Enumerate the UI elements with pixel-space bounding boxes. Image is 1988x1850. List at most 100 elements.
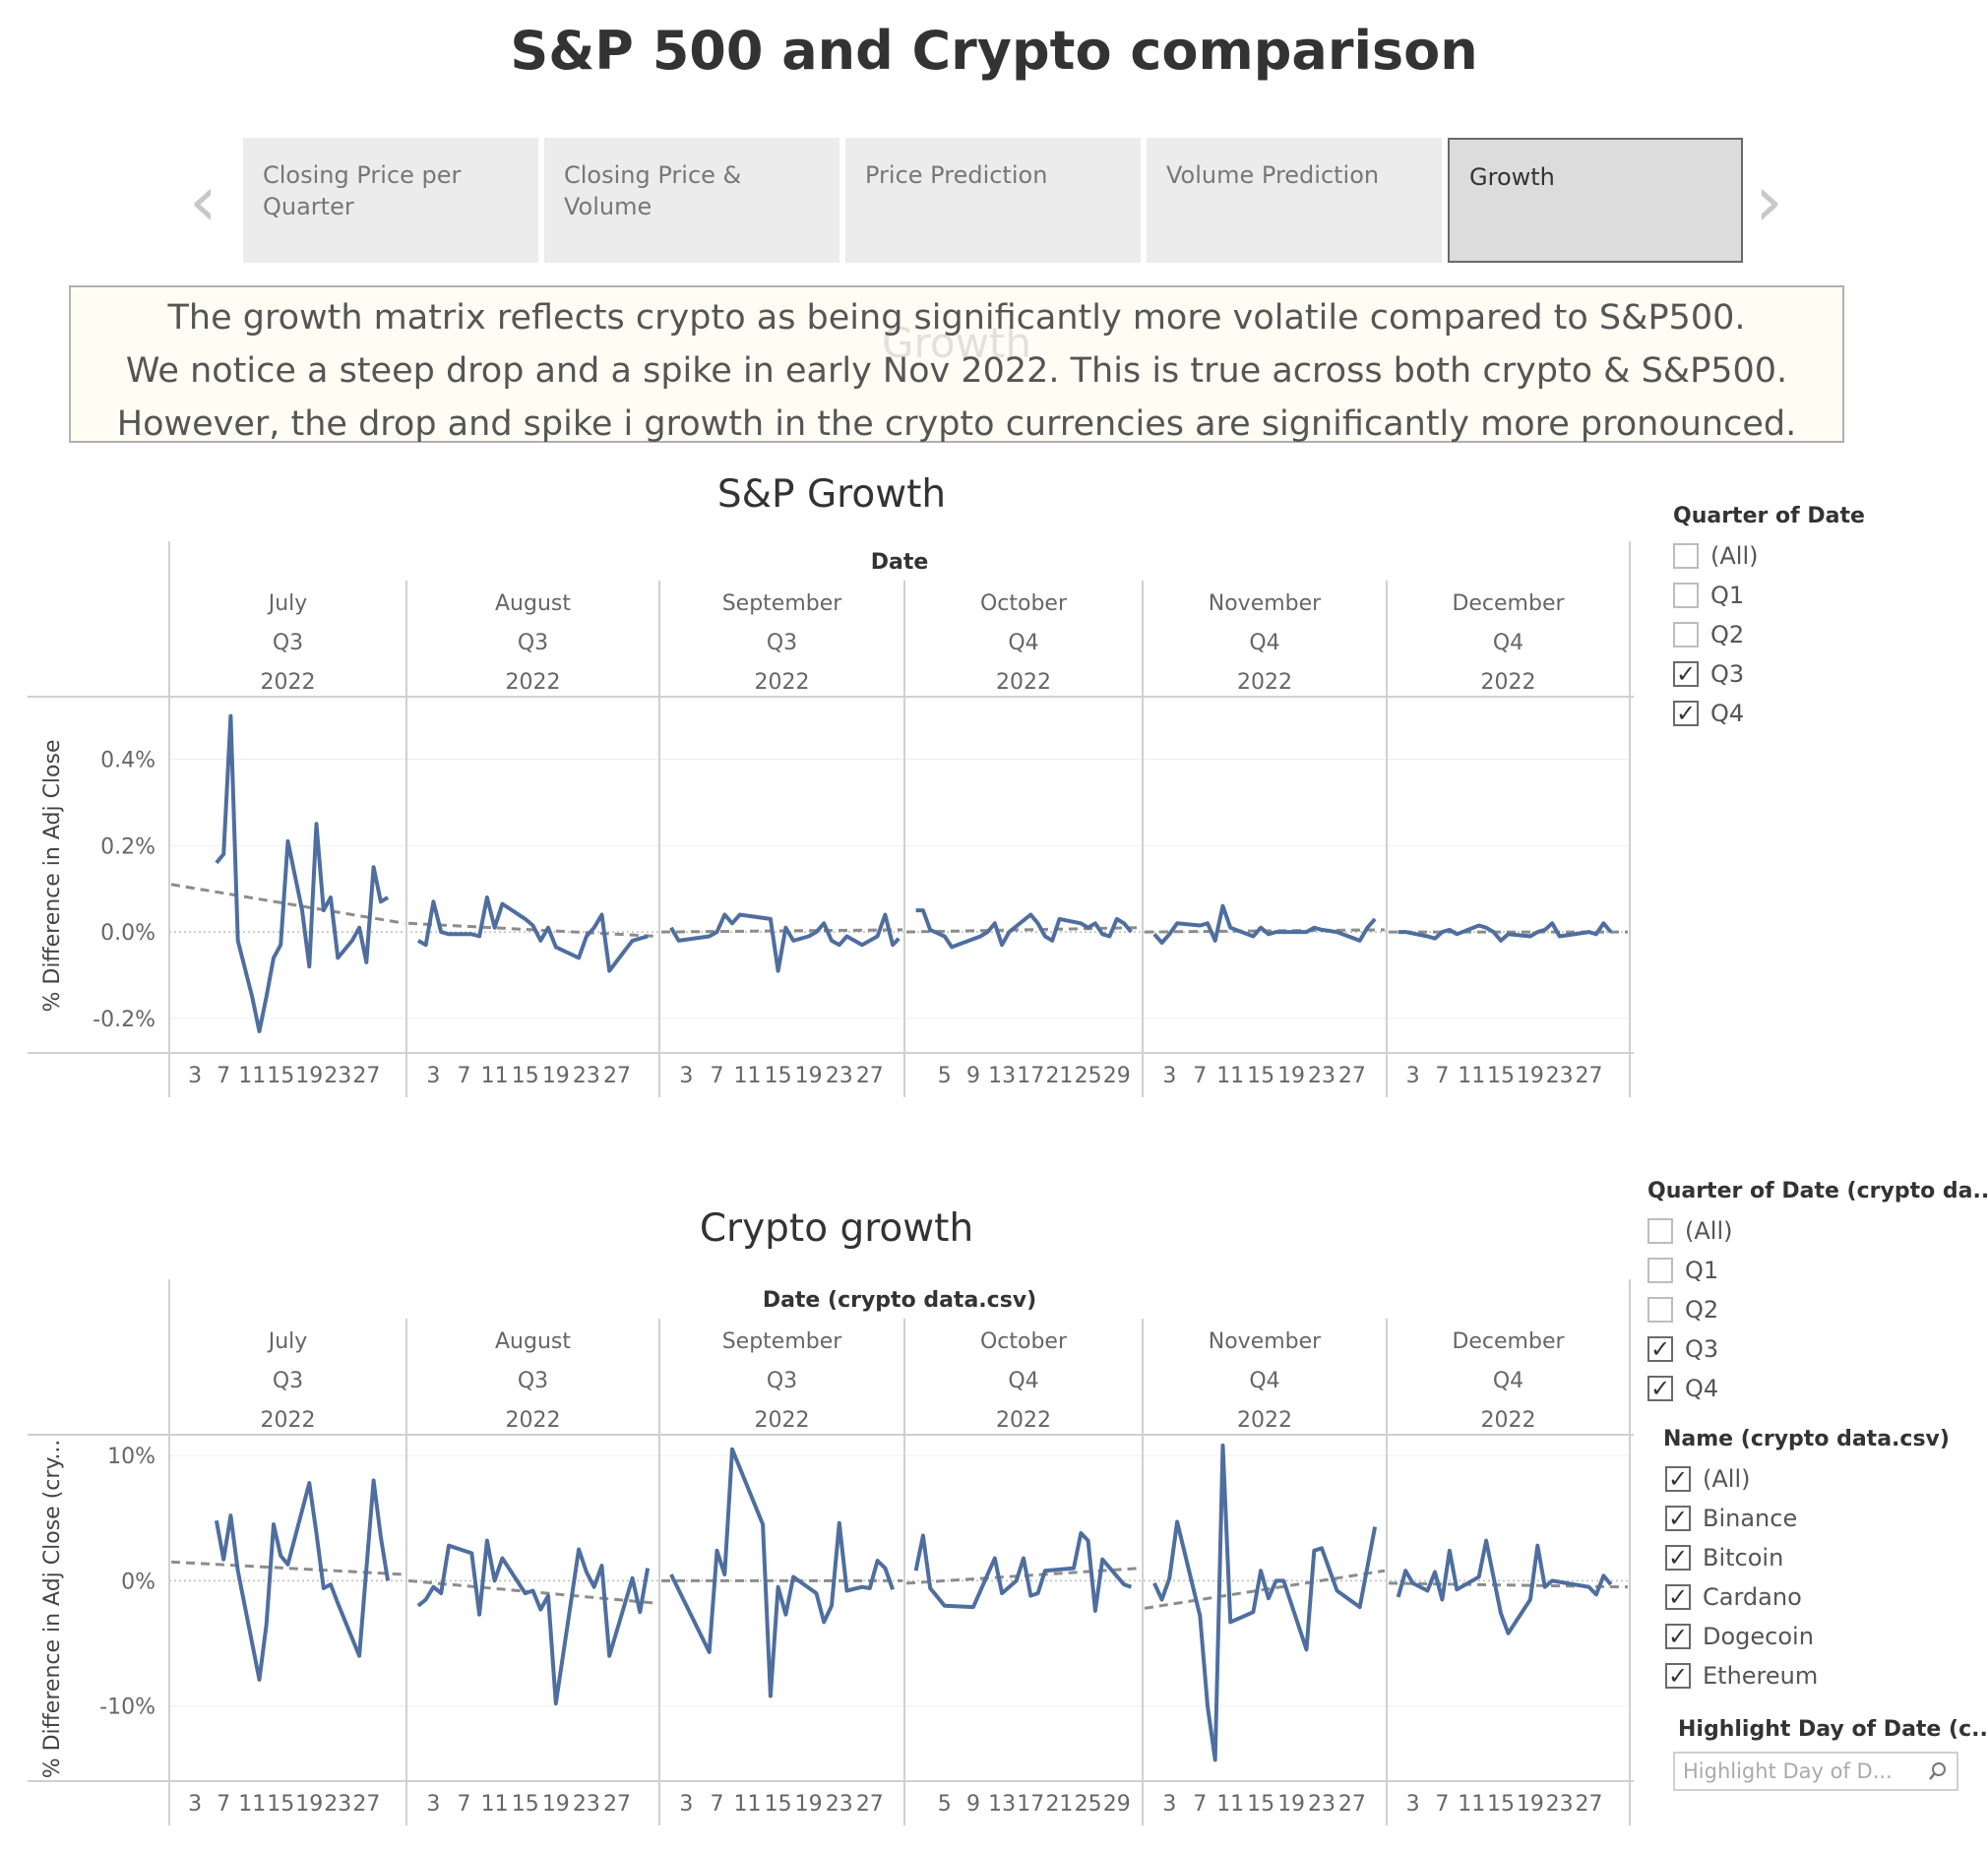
y-tick-label: -10%: [99, 1696, 155, 1720]
filter-option-cardano[interactable]: ✓ Cardano: [1663, 1577, 1978, 1617]
filter-option-q2[interactable]: Q2: [1647, 1290, 1982, 1329]
highlight-search-input[interactable]: Highlight Day of D...: [1673, 1752, 1958, 1791]
tab-label: Growth: [1469, 163, 1555, 191]
x-tick-label: 23: [1308, 1792, 1336, 1817]
x-tick-label: 27: [603, 1792, 631, 1817]
panel-quarter-label: Q3: [518, 1369, 548, 1393]
x-tick-label: 19: [1517, 1792, 1544, 1817]
filter-option-q3[interactable]: ✓ Q3: [1673, 654, 1968, 694]
checkbox-checked[interactable]: ✓: [1665, 1545, 1691, 1571]
crypto-growth-chart: Date (crypto data.csv) % Difference in Ad…: [28, 1279, 1634, 1825]
checkbox[interactable]: [1647, 1218, 1673, 1244]
checkbox-checked[interactable]: ✓: [1665, 1584, 1691, 1610]
x-tick-label: 3: [1162, 1064, 1176, 1088]
x-tick-label: 7: [710, 1792, 723, 1817]
panel-year-label: 2022: [1237, 1408, 1292, 1433]
x-tick-label: 19: [542, 1792, 570, 1817]
checkbox-checked[interactable]: ✓: [1673, 701, 1699, 726]
series-line: [416, 895, 649, 973]
panel-month-label: November: [1209, 1329, 1322, 1354]
x-tick-label: 25: [1075, 1792, 1102, 1817]
filter-option-ethereum[interactable]: ✓ Ethereum: [1663, 1656, 1978, 1696]
filter-option-all[interactable]: (All): [1647, 1211, 1982, 1251]
x-tick-label: 21: [1045, 1064, 1073, 1088]
panel-year-label: 2022: [996, 670, 1051, 695]
annotation-line: We notice a steep drop and a spike in ea…: [125, 351, 1788, 391]
x-tick-label: 19: [295, 1064, 323, 1088]
series-line: [1396, 1538, 1613, 1635]
tab-volume-prediction[interactable]: Volume Prediction: [1147, 138, 1442, 263]
x-tick-label: 15: [765, 1792, 792, 1817]
panel-quarter-label: Q4: [1249, 1369, 1279, 1393]
filter-option-q4[interactable]: ✓ Q4: [1647, 1369, 1982, 1408]
filter-option-label: Cardano: [1703, 1583, 1802, 1611]
tab-price-prediction[interactable]: Price Prediction: [845, 138, 1141, 263]
x-tick-label: 3: [188, 1064, 202, 1088]
filter-option-label: (All): [1685, 1217, 1733, 1245]
filter-option-all[interactable]: (All): [1673, 536, 1968, 576]
y-axis-label: % Difference in Adj Close: [40, 739, 65, 1012]
x-tick-label: 27: [352, 1792, 380, 1817]
search-icon[interactable]: [1927, 1760, 1949, 1782]
y-tick-label: 0%: [121, 1570, 155, 1594]
panel-year-label: 2022: [261, 1408, 316, 1433]
checkbox[interactable]: [1673, 622, 1699, 648]
filter-option-dogecoin[interactable]: ✓ Dogecoin: [1663, 1617, 1978, 1656]
chevron-left-icon[interactable]: ‹: [189, 165, 217, 236]
series-line: [215, 713, 390, 1033]
filter-option-q2[interactable]: Q2: [1673, 615, 1968, 654]
filter-title: Name (crypto data.csv): [1663, 1427, 1950, 1451]
panel-month-label: October: [980, 591, 1068, 616]
filter-option-label: Bitcoin: [1703, 1544, 1784, 1572]
filter-option-all[interactable]: ✓ (All): [1663, 1459, 1978, 1499]
checkbox-checked[interactable]: ✓: [1665, 1506, 1691, 1531]
x-tick-label: 7: [1435, 1064, 1449, 1088]
filter-option-q1[interactable]: Q1: [1647, 1251, 1982, 1290]
filter-option-label: Q2: [1710, 621, 1745, 648]
x-tick-label: 27: [856, 1064, 884, 1088]
series-line: [1152, 903, 1377, 945]
checkbox-checked[interactable]: ✓: [1647, 1376, 1673, 1401]
panel-month-label: September: [722, 591, 843, 616]
checkbox-checked[interactable]: ✓: [1673, 661, 1699, 687]
checkbox-checked[interactable]: ✓: [1665, 1466, 1691, 1492]
x-tick-label: 11: [734, 1064, 762, 1088]
panel-month-label: August: [495, 591, 571, 616]
filter-option-label: Q1: [1710, 582, 1745, 609]
filter-option-q3[interactable]: ✓ Q3: [1647, 1329, 1982, 1369]
x-tick-label: 15: [512, 1792, 539, 1817]
x-tick-label: 11: [1458, 1792, 1485, 1817]
series-line: [913, 1531, 1133, 1613]
x-tick-label: 17: [1017, 1792, 1044, 1817]
checkbox[interactable]: [1647, 1258, 1673, 1283]
panel-month-label: December: [1452, 591, 1565, 616]
x-tick-label: 3: [679, 1792, 693, 1817]
x-tick-label: 15: [267, 1064, 294, 1088]
x-tick-label: 19: [1517, 1064, 1544, 1088]
checkbox[interactable]: [1673, 543, 1699, 569]
filter-option-q1[interactable]: Q1: [1673, 576, 1968, 615]
filter-option-q4[interactable]: ✓ Q4: [1673, 694, 1968, 733]
x-tick-label: 3: [679, 1064, 693, 1088]
x-tick-label: 3: [1406, 1792, 1420, 1817]
x-tick-label: 15: [765, 1064, 792, 1088]
filter-option-bitcoin[interactable]: ✓ Bitcoin: [1663, 1538, 1978, 1577]
checkbox-checked[interactable]: ✓: [1665, 1663, 1691, 1689]
filter-option-binance[interactable]: ✓ Binance: [1663, 1499, 1978, 1538]
x-tick-label: 23: [826, 1064, 853, 1088]
filter-crypto-name: Name (crypto data.csv) ✓ (All) ✓ Binance ✓…: [1663, 1427, 1978, 1696]
checkbox[interactable]: [1673, 583, 1699, 608]
checkbox-checked[interactable]: ✓: [1647, 1336, 1673, 1362]
checkbox[interactable]: [1647, 1297, 1673, 1323]
checkbox-checked[interactable]: ✓: [1665, 1624, 1691, 1649]
x-tick-label: 17: [1017, 1064, 1044, 1088]
tab-closing-price-per-quarter[interactable]: Closing Price per Quarter: [243, 138, 538, 263]
tab-closing-price-volume[interactable]: Closing Price & Volume: [544, 138, 839, 263]
panel-quarter-label: Q4: [1493, 631, 1523, 655]
chevron-right-icon[interactable]: ›: [1755, 165, 1783, 236]
panel-year-label: 2022: [506, 1408, 561, 1433]
tab-growth[interactable]: Growth: [1448, 138, 1743, 263]
highlight-placeholder: Highlight Day of D...: [1683, 1759, 1893, 1783]
panel-year-label: 2022: [506, 670, 561, 695]
filter-title: Quarter of Date (crypto da...: [1647, 1179, 1988, 1203]
